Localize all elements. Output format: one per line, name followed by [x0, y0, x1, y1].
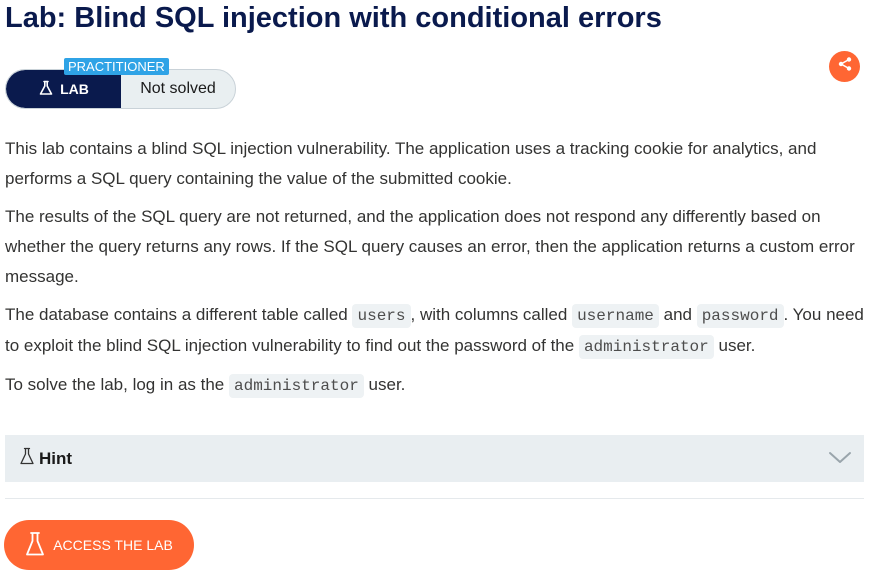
- flask-icon: [38, 80, 54, 99]
- inline-code: username: [572, 304, 659, 328]
- access-lab-label: ACCESS THE LAB: [53, 537, 173, 553]
- description-paragraph: To solve the lab, log in as the administ…: [5, 370, 867, 401]
- divider: [5, 498, 864, 499]
- solve-status: Not solved: [140, 80, 216, 97]
- description-paragraph: The results of the SQL query are not ret…: [5, 207, 855, 286]
- hint-toggle[interactable]: Hint: [5, 435, 864, 482]
- description-paragraph: This lab contains a blind SQL injection …: [5, 139, 817, 188]
- share-button[interactable]: [829, 51, 860, 82]
- inline-code: administrator: [578, 335, 714, 359]
- inline-code: password: [696, 304, 784, 328]
- lab-type-label: LAB: [60, 81, 89, 97]
- page-title: Lab: Blind SQL injection with conditiona…: [5, 2, 662, 34]
- paragraph-text: To solve the lab, log in as the: [5, 375, 229, 394]
- level-tag: PRACTITIONER: [64, 58, 169, 75]
- lab-status-badge: PRACTITIONER LAB Not solved: [5, 58, 236, 109]
- description-paragraph: The database contains a different table …: [5, 300, 867, 362]
- lab-type-segment: LAB: [6, 70, 121, 108]
- chevron-down-icon: [828, 449, 852, 470]
- paragraph-text: and: [658, 305, 697, 324]
- access-lab-button[interactable]: ACCESS THE LAB: [4, 520, 194, 570]
- inline-code: users: [352, 304, 411, 328]
- paragraph-text: , with columns called: [410, 305, 573, 324]
- hint-label: Hint: [39, 448, 73, 468]
- paragraph-text: The database contains a different table …: [5, 305, 353, 324]
- lab-description: This lab contains a blind SQL injection …: [5, 134, 867, 409]
- flask-icon: [19, 447, 35, 470]
- flask-icon: [25, 531, 45, 560]
- paragraph-text: user.: [713, 336, 756, 355]
- lab-pill: LAB Not solved: [5, 69, 236, 109]
- share-icon: [837, 56, 853, 77]
- paragraph-text: user.: [363, 375, 406, 394]
- inline-code: administrator: [228, 374, 364, 398]
